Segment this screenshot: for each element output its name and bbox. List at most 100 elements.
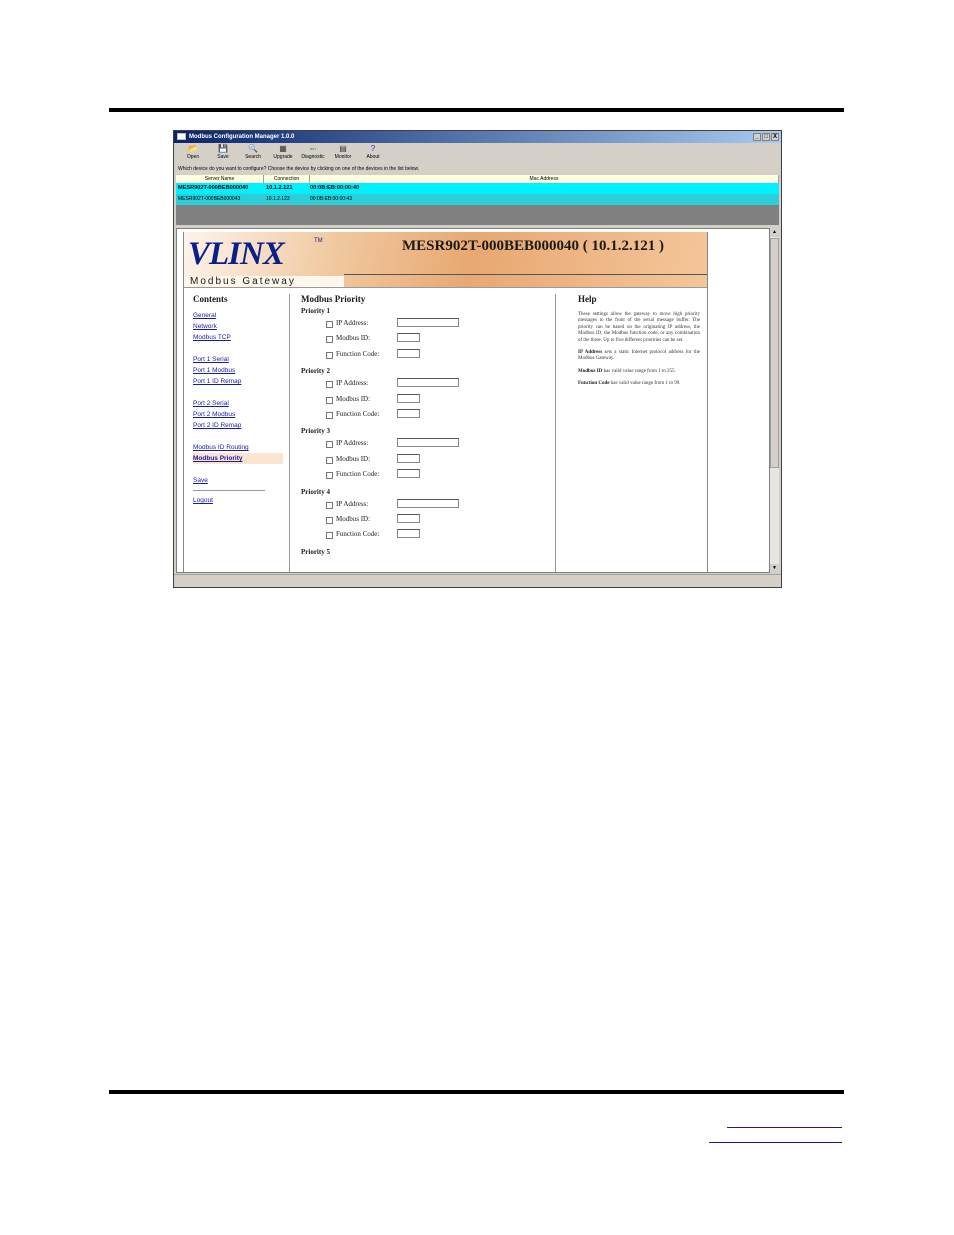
scroll-up-arrow-icon[interactable]: ▲ xyxy=(770,228,779,237)
top-rule xyxy=(109,108,844,112)
device-row[interactable]: MESR902T-000BEB000043 10.1.2.123 00:0B:E… xyxy=(176,194,779,205)
nav-link-modbus-priority[interactable]: Modbus Priority xyxy=(193,453,283,464)
column-header-connection[interactable]: Connection xyxy=(264,175,310,183)
minimize-button[interactable]: _ xyxy=(753,133,761,141)
priority-group-title: Priority 1 xyxy=(301,307,330,315)
function-code-input[interactable] xyxy=(397,529,420,539)
function-code-row: Function Code: xyxy=(301,529,555,544)
help-panel: Help These settings allow the gateway to… xyxy=(578,294,700,394)
help-modbus-id: Modbus ID has valid value range from 1 t… xyxy=(578,368,676,374)
modbus-id-input[interactable] xyxy=(397,453,420,463)
ip-checkbox[interactable] xyxy=(326,321,333,328)
scroll-thumb[interactable] xyxy=(770,238,779,468)
about-button[interactable]: ? About xyxy=(358,143,388,165)
toolbar: 📂 Open 💾 Save 🔍 Search ▦ Upgrade ʙɢᴛ Diagnost… xyxy=(174,143,781,165)
modbus-id-input[interactable] xyxy=(397,513,420,523)
nav-link-modbus-id-routing[interactable]: Modbus ID Routing xyxy=(193,442,283,453)
ip-address-input[interactable] xyxy=(397,378,459,388)
column-header-mac-address[interactable]: Mac Address xyxy=(310,175,779,183)
ip-address-input[interactable] xyxy=(397,318,459,327)
function-code-input[interactable] xyxy=(397,469,420,479)
help-function-code: Function Code has valid value range from… xyxy=(578,381,681,387)
priority-group-title: Priority 4 xyxy=(301,487,330,496)
save-button[interactable]: 💾 Save xyxy=(208,143,238,165)
device-name: MESR902T-000BEB000043 xyxy=(178,196,241,202)
window-title: Modbus Configuration Manager 1.0.0 xyxy=(189,134,295,140)
modbus-id-checkbox[interactable] xyxy=(326,516,333,524)
priority-title: Modbus Priority xyxy=(301,294,366,304)
save-link[interactable]: Save xyxy=(193,475,283,486)
logo-subtitle: Modbus Gateway xyxy=(184,276,344,287)
function-code-checkbox[interactable] xyxy=(326,472,333,480)
modbus-id-row: Modbus ID: xyxy=(301,393,555,409)
nav-link-modbus-tcp[interactable]: Modbus TCP xyxy=(193,332,283,343)
monitor-icon: ▤ xyxy=(339,144,347,153)
ip-field-row: IP Address: xyxy=(301,438,555,453)
ip-checkbox[interactable] xyxy=(326,501,333,509)
vertical-scrollbar[interactable]: ▲ ▼ xyxy=(770,228,779,573)
function-code-row: Function Code: xyxy=(301,348,555,364)
nav-link-general[interactable]: General xyxy=(193,310,283,321)
nav-link-port1-serial[interactable]: Port 1 Serial xyxy=(193,354,283,365)
priority-group-title: Priority 2 xyxy=(301,367,330,376)
device-connection: 10.1.2.121 xyxy=(266,185,293,191)
function-code-row: Function Code: xyxy=(301,408,555,424)
modbus-id-input[interactable] xyxy=(397,333,420,343)
diagnostic-icon: ʙɢᴛ xyxy=(309,146,317,151)
ip-address-input[interactable] xyxy=(397,438,459,448)
search-icon: 🔍 xyxy=(248,144,258,153)
contents-nav: Contents General Network Modbus TCP Port… xyxy=(193,294,283,506)
device-title: MESR902T-000BEB000040 ( 10.1.2.121 ) xyxy=(402,238,664,254)
banner-divider xyxy=(344,274,707,275)
upgrade-button[interactable]: ▦ Upgrade xyxy=(268,143,298,165)
save-disk-icon: 💾 xyxy=(218,144,228,153)
nav-link-port2-serial[interactable]: Port 2 Serial xyxy=(193,398,283,409)
nav-link-port2-id-remap[interactable]: Port 2 ID Remap xyxy=(193,420,283,431)
modbus-id-checkbox[interactable] xyxy=(326,336,333,344)
status-bar xyxy=(174,574,781,587)
nav-link-network[interactable]: Network xyxy=(193,321,283,332)
open-button[interactable]: 📂 Open xyxy=(178,143,208,165)
scroll-down-arrow-icon[interactable]: ▼ xyxy=(770,564,779,573)
footer-link-underline[interactable] xyxy=(709,1142,842,1143)
nav-link-port1-modbus[interactable]: Port 1 Modbus xyxy=(193,365,283,376)
nav-link-port2-modbus[interactable]: Port 2 Modbus xyxy=(193,409,283,420)
modbus-id-row: Modbus ID: xyxy=(301,513,555,529)
contents-title: Contents xyxy=(193,294,228,304)
nav-divider xyxy=(193,490,265,491)
logout-link[interactable]: Logout xyxy=(193,495,283,506)
device-name: MESR902T-000BEB000040 xyxy=(178,185,249,191)
device-list-header: Server Name Connection Mac Address xyxy=(176,175,779,183)
config-page: VLINX TM Modbus Gateway MESR902T-000BEB0… xyxy=(183,232,708,572)
footer-link-underline[interactable] xyxy=(727,1127,842,1128)
search-button[interactable]: 🔍 Search xyxy=(238,143,268,165)
ip-address-input[interactable] xyxy=(397,498,459,508)
device-row[interactable]: MESR902T-000BEB000040 10.1.2.121 00:0B:E… xyxy=(176,183,779,194)
ip-checkbox[interactable] xyxy=(326,441,333,449)
modbus-id-input[interactable] xyxy=(397,393,420,403)
column-header-server-name[interactable]: Server Name xyxy=(176,175,264,183)
device-mac: 00:0B:EB:00:00:40 xyxy=(310,185,360,191)
diagnostic-button[interactable]: ʙɢᴛ Diagnostic xyxy=(298,143,328,165)
open-folder-icon: 📂 xyxy=(188,144,198,153)
function-code-input[interactable] xyxy=(397,348,420,358)
function-code-checkbox[interactable] xyxy=(326,351,333,359)
function-code-row: Function Code: xyxy=(301,469,555,484)
nav-link-port1-id-remap[interactable]: Port 1 ID Remap xyxy=(193,376,283,387)
modbus-id-checkbox[interactable] xyxy=(326,456,333,464)
function-code-checkbox[interactable] xyxy=(326,532,333,540)
monitor-button[interactable]: ▤ Monitor xyxy=(328,143,358,165)
function-code-checkbox[interactable] xyxy=(326,411,333,419)
close-button[interactable]: X xyxy=(771,133,779,141)
ip-field-row: IP Address: xyxy=(301,498,555,514)
vlinx-logo: VLINX xyxy=(188,236,285,272)
modbus-id-checkbox[interactable] xyxy=(326,396,333,404)
priority-panel: Modbus Priority Priority 1 IP Address: M… xyxy=(289,294,556,572)
help-intro: These settings allow the gateway to move… xyxy=(578,312,700,343)
title-bar: Modbus Configuration Manager 1.0.0 _ □ X xyxy=(174,131,781,143)
ip-field-row: IP Address: xyxy=(301,378,555,393)
function-code-input[interactable] xyxy=(397,408,420,418)
maximize-button[interactable]: □ xyxy=(762,133,770,141)
modbus-id-row: Modbus ID: xyxy=(301,453,555,469)
ip-checkbox[interactable] xyxy=(326,381,333,389)
